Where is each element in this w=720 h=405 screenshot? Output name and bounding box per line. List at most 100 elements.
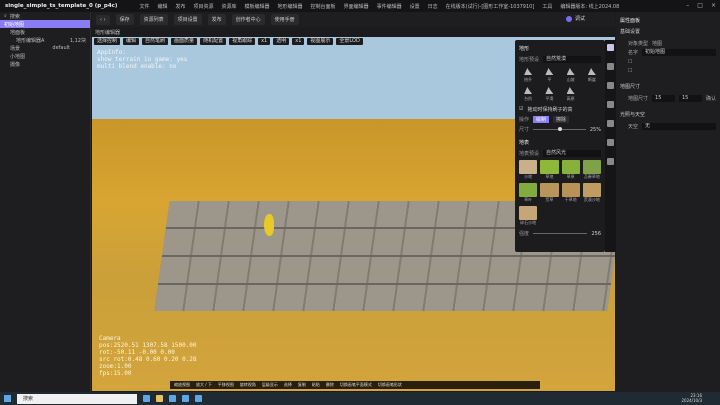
type-value: 地图: [652, 41, 663, 47]
taskbar-search[interactable]: 搜索: [17, 393, 137, 404]
texture-preview: [582, 160, 601, 174]
grass-tool-icon[interactable]: [607, 101, 614, 108]
texture-swatch[interactable]: 草地: [540, 160, 559, 180]
tool-3[interactable]: 画面质量: [171, 38, 198, 45]
manual-button[interactable]: 使用手册: [270, 14, 299, 25]
save-button[interactable]: 保存: [115, 14, 134, 25]
tool-0[interactable]: 选择控制: [94, 38, 121, 45]
app-icon[interactable]: [169, 395, 176, 402]
layer-tool-icon[interactable]: [607, 158, 614, 165]
menu-tools[interactable]: 工具: [542, 3, 552, 10]
tool-6[interactable]: x1: [258, 38, 271, 45]
maximize-icon[interactable]: □: [697, 2, 703, 9]
paint-tool-icon[interactable]: [607, 63, 614, 70]
size-slider[interactable]: [533, 127, 586, 131]
shape-plateau[interactable]: 高原: [562, 86, 580, 102]
menu-online[interactable]: 在线版本(试行)-[图形工作室-1037910]: [446, 3, 535, 10]
map-height-input[interactable]: 15: [679, 95, 702, 102]
date: 2024/10/3: [681, 398, 702, 403]
texture-swatch[interactable]: 干草地: [561, 183, 580, 203]
texture-swatch[interactable]: 苔藓草地: [582, 160, 601, 180]
tool-1[interactable]: 编辑: [123, 38, 140, 45]
character-model[interactable]: [264, 214, 274, 236]
terrain-preset-select[interactable]: 自然荒漠: [543, 56, 601, 63]
hotkey-hint: 切换画笔形状: [377, 382, 402, 387]
name-input[interactable]: 初始地图: [642, 49, 716, 56]
tree-label: 地形编辑器A: [16, 37, 45, 44]
tool-8[interactable]: x1: [292, 38, 305, 45]
menu-library[interactable]: 资源库: [222, 3, 237, 10]
tool-4[interactable]: 随机配置: [200, 38, 227, 45]
checkbox[interactable]: ☐: [628, 68, 632, 74]
menu-assets[interactable]: 项目资源: [193, 3, 213, 10]
texture-preset-select[interactable]: 自然风光: [543, 150, 601, 157]
minimize-icon[interactable]: –: [686, 2, 689, 9]
menu-event[interactable]: 事件编辑器: [377, 3, 402, 10]
draw-button[interactable]: 绘制: [533, 116, 550, 123]
tree-item[interactable]: 地面板: [0, 28, 90, 36]
tree-item[interactable]: 场景 default: [0, 44, 90, 52]
shape-step[interactable]: 台阶: [519, 86, 537, 102]
light-tool-icon[interactable]: [607, 139, 614, 146]
menu-file[interactable]: 文件: [139, 3, 149, 10]
creator-center-button[interactable]: 创作者中心: [231, 14, 265, 25]
texture-swatch[interactable]: 沙地: [519, 160, 538, 180]
hotkey-hint: 旋转视角: [239, 382, 256, 387]
project-settings-button[interactable]: 项目设置: [173, 14, 202, 25]
tree-item[interactable]: 摄像: [0, 60, 90, 68]
asset-list-button[interactable]: 资源列表: [139, 14, 168, 25]
tree-tool-icon[interactable]: [607, 82, 614, 89]
map-width-input[interactable]: 15: [652, 95, 675, 102]
shape-cliff[interactable]: 断崖: [583, 67, 601, 83]
sky-section[interactable]: 光照与天空: [620, 111, 716, 118]
menu-publish[interactable]: 发布: [175, 3, 185, 10]
search-input[interactable]: ⌕ 搜索: [0, 12, 90, 20]
checkbox[interactable]: ☐: [628, 59, 632, 65]
close-icon[interactable]: ×: [711, 2, 716, 9]
water-tool-icon[interactable]: [607, 120, 614, 127]
tool-5[interactable]: 视角跟踪: [229, 38, 256, 45]
start-icon[interactable]: [4, 395, 11, 402]
tree-item[interactable]: 地形编辑器A 1,12块: [0, 36, 90, 44]
tree-item[interactable]: 初始地图: [0, 20, 90, 28]
menu-settings[interactable]: 设置: [410, 3, 420, 10]
tool-10[interactable]: 全景LOD: [336, 38, 363, 45]
publish-button[interactable]: 发布: [207, 14, 226, 25]
tool-9[interactable]: 视图展示: [307, 38, 334, 45]
texture-swatch[interactable]: 碎石沙地: [519, 206, 538, 226]
sky-select[interactable]: 无: [642, 123, 716, 130]
menu-terrain[interactable]: 地形编辑器: [278, 3, 303, 10]
confirm-button[interactable]: 确认: [706, 95, 716, 102]
lock-checkbox[interactable]: ☑: [519, 106, 523, 113]
menu-console[interactable]: 控制台面板: [311, 3, 336, 10]
tool-2[interactable]: 自然笔刷: [142, 38, 169, 45]
texture-swatch[interactable]: 荒漠沙地: [582, 183, 601, 203]
explorer-icon[interactable]: [156, 395, 163, 402]
debug-button[interactable]: 调试: [565, 15, 585, 22]
menu-template[interactable]: 模板编辑器: [245, 3, 270, 10]
shape-flat[interactable]: 平: [540, 67, 558, 83]
editor-app-icon[interactable]: [195, 395, 202, 402]
shape-slope[interactable]: 山坡: [562, 67, 580, 83]
menu-log[interactable]: 日志: [428, 3, 438, 10]
clock: 23:16 2024/10/3: [681, 393, 702, 403]
shape-raise[interactable]: 抬升: [519, 67, 537, 83]
undo-redo[interactable]: ‹ ›: [96, 14, 110, 25]
tool-7[interactable]: 透明: [273, 38, 290, 45]
edge-icon[interactable]: [143, 395, 150, 402]
erase-button[interactable]: 擦除: [553, 116, 570, 123]
shape-smooth[interactable]: 平滑: [540, 86, 558, 102]
tree-item[interactable]: 小地图: [0, 52, 90, 60]
terrain-tool-icon[interactable]: [607, 44, 614, 51]
texture-swatch[interactable]: 草叶: [519, 183, 538, 203]
shape-label: 平滑: [545, 96, 554, 101]
mail-icon[interactable]: [182, 395, 189, 402]
taskbar: 搜索: [0, 392, 720, 405]
texture-swatch[interactable]: 草原: [561, 160, 580, 180]
texture-swatch[interactable]: 荒草: [540, 183, 559, 203]
basic-section[interactable]: 基础设置: [620, 28, 716, 35]
strength-slider[interactable]: [533, 233, 588, 234]
size-section[interactable]: 地图尺寸: [620, 83, 716, 90]
menu-ui[interactable]: 界面编辑器: [344, 3, 369, 10]
menu-edit[interactable]: 编辑: [157, 3, 167, 10]
